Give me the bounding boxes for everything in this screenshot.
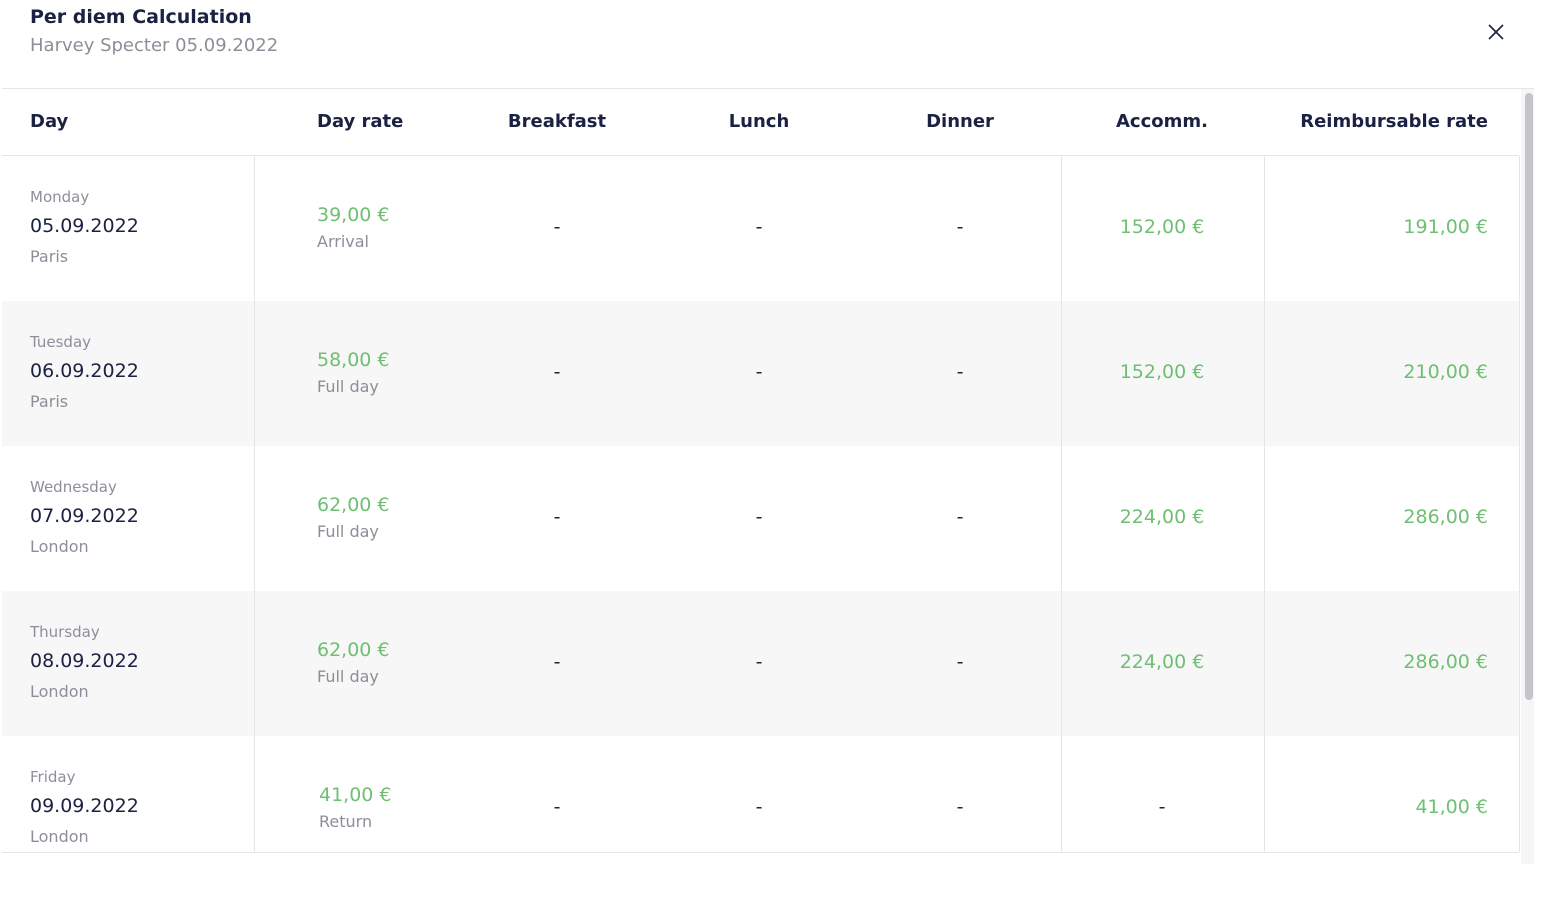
row-accommodation: 152,00 € bbox=[1119, 216, 1205, 238]
row-dinner: - bbox=[956, 216, 964, 238]
vertical-scrollbar[interactable] bbox=[1521, 89, 1534, 864]
row-lunch: - bbox=[755, 796, 763, 818]
row-reimbursable-rate: 286,00 € bbox=[1403, 651, 1488, 673]
row-accommodation: 224,00 € bbox=[1119, 651, 1205, 673]
row-accommodation: - bbox=[1158, 796, 1166, 818]
row-breakfast: - bbox=[553, 216, 561, 238]
table-row: Thursday 08.09.2022 London 62,00 € Full … bbox=[2, 591, 1519, 736]
row-accommodation: 152,00 € bbox=[1119, 361, 1205, 383]
row-breakfast: - bbox=[553, 651, 561, 673]
row-lunch: - bbox=[755, 216, 763, 238]
row-breakfast: - bbox=[553, 506, 561, 528]
dialog-header: Per diem Calculation Harvey Specter 05.0… bbox=[30, 4, 278, 59]
row-date: 09.09.2022 bbox=[30, 795, 139, 817]
row-lunch: - bbox=[755, 651, 763, 673]
column-header-day: Day bbox=[30, 111, 69, 132]
table-row: Tuesday 06.09.2022 Paris 58,00 € Full da… bbox=[2, 301, 1519, 446]
row-day-rate: 41,00 € bbox=[319, 784, 392, 806]
row-weekday: Tuesday bbox=[30, 333, 92, 351]
row-dinner: - bbox=[956, 651, 964, 673]
row-dinner: - bbox=[956, 506, 964, 528]
column-divider bbox=[1264, 156, 1265, 852]
row-city: London bbox=[30, 682, 89, 701]
row-day-rate: 58,00 € bbox=[317, 349, 390, 371]
close-icon bbox=[1488, 24, 1504, 40]
column-header-day-rate: Day rate bbox=[317, 111, 404, 132]
row-rate-type: Arrival bbox=[317, 232, 369, 251]
row-dinner: - bbox=[956, 796, 964, 818]
table-header: Day Day rate Breakfast Lunch Dinner Acco… bbox=[2, 89, 1519, 156]
dialog-title: Per diem Calculation bbox=[30, 6, 252, 28]
row-lunch: - bbox=[755, 361, 763, 383]
row-breakfast: - bbox=[553, 796, 561, 818]
per-diem-dialog: Per diem Calculation Harvey Specter 05.0… bbox=[0, 0, 1564, 898]
column-header-accommodation: Accomm. bbox=[1116, 111, 1208, 132]
table-row: Monday 05.09.2022 Paris 39,00 € Arrival … bbox=[2, 156, 1519, 301]
row-rate-type: Full day bbox=[317, 667, 379, 686]
row-city: London bbox=[30, 827, 89, 846]
column-divider bbox=[1061, 156, 1062, 852]
row-city: London bbox=[30, 537, 89, 556]
row-date: 05.09.2022 bbox=[30, 215, 139, 237]
row-weekday: Monday bbox=[30, 188, 90, 206]
dialog-subtitle: Harvey Specter 05.09.2022 bbox=[30, 35, 279, 56]
row-accommodation: 224,00 € bbox=[1119, 506, 1205, 528]
table-row: Wednesday 07.09.2022 London 62,00 € Full… bbox=[2, 446, 1519, 591]
row-weekday: Wednesday bbox=[30, 478, 117, 496]
row-breakfast: - bbox=[553, 361, 561, 383]
row-day-rate: 62,00 € bbox=[317, 494, 390, 516]
row-reimbursable-rate: 191,00 € bbox=[1403, 216, 1488, 238]
table-bottom-border bbox=[2, 852, 1519, 853]
row-reimbursable-rate: 41,00 € bbox=[1415, 796, 1488, 818]
column-header-dinner: Dinner bbox=[926, 111, 994, 132]
column-divider bbox=[254, 156, 255, 852]
column-header-reimbursable-rate: Reimbursable rate bbox=[1300, 111, 1488, 132]
row-lunch: - bbox=[755, 506, 763, 528]
row-weekday: Friday bbox=[30, 768, 76, 786]
row-day-rate: 62,00 € bbox=[317, 639, 390, 661]
close-button[interactable] bbox=[1482, 18, 1510, 46]
row-date: 07.09.2022 bbox=[30, 505, 139, 527]
row-date: 06.09.2022 bbox=[30, 360, 139, 382]
row-rate-type: Full day bbox=[317, 522, 379, 541]
row-city: Paris bbox=[30, 247, 69, 266]
row-rate-type: Full day bbox=[317, 377, 379, 396]
row-dinner: - bbox=[956, 361, 964, 383]
row-city: Paris bbox=[30, 392, 69, 411]
column-header-breakfast: Breakfast bbox=[507, 111, 607, 132]
row-weekday: Thursday bbox=[30, 623, 100, 641]
table-row: Friday 09.09.2022 London 41,00 € Return … bbox=[2, 736, 1519, 852]
column-divider bbox=[1519, 156, 1520, 852]
row-reimbursable-rate: 210,00 € bbox=[1403, 361, 1488, 383]
scrollbar-thumb[interactable] bbox=[1525, 93, 1533, 700]
column-header-lunch: Lunch bbox=[728, 111, 790, 132]
row-day-rate: 39,00 € bbox=[317, 204, 390, 226]
row-rate-type: Return bbox=[319, 812, 373, 831]
per-diem-table[interactable]: Day Day rate Breakfast Lunch Dinner Acco… bbox=[2, 88, 1534, 864]
row-reimbursable-rate: 286,00 € bbox=[1403, 506, 1488, 528]
row-date: 08.09.2022 bbox=[30, 650, 139, 672]
